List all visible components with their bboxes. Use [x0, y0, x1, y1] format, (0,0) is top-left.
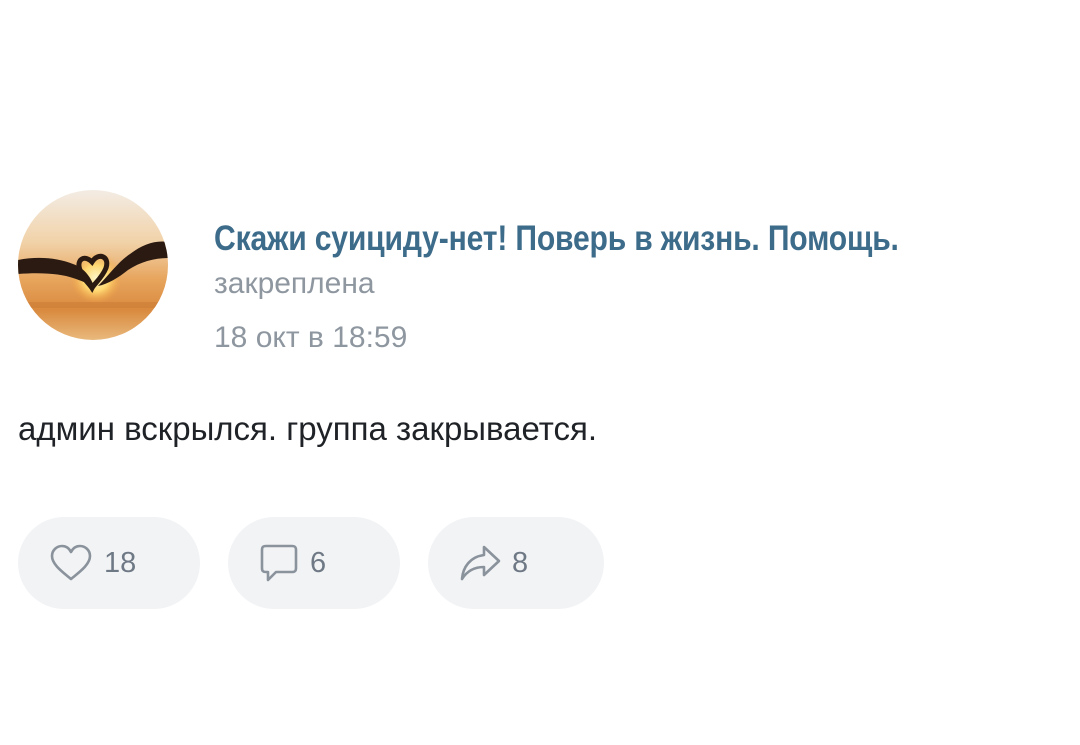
share-arrow-icon — [458, 543, 502, 583]
sunset-hands-heart-image — [18, 190, 168, 340]
group-avatar[interactable] — [18, 190, 168, 340]
post-text: админ вскрылся. группа закрывается. — [18, 410, 598, 447]
comment-count: 6 — [310, 546, 327, 579]
comment-button[interactable]: 6 — [228, 517, 400, 609]
group-name-link[interactable]: Скажи суициду-нет! Поверь в жизнь. Помощ… — [214, 218, 899, 260]
post-actions: 18 6 8 — [18, 517, 604, 609]
wall-post: Скажи суициду-нет! Поверь в жизнь. Помощ… — [0, 0, 1080, 745]
share-count: 8 — [512, 546, 529, 579]
pinned-label: закреплена — [214, 267, 375, 300]
like-count: 18 — [104, 546, 137, 579]
like-button[interactable]: 18 — [18, 517, 200, 609]
comment-icon — [258, 542, 300, 584]
heart-icon — [48, 543, 94, 583]
share-button[interactable]: 8 — [428, 517, 604, 609]
post-timestamp[interactable]: 18 окт в 18:59 — [214, 320, 1074, 356]
post-header: Скажи суициду-нет! Поверь в жизнь. Помощ… — [214, 218, 1074, 356]
